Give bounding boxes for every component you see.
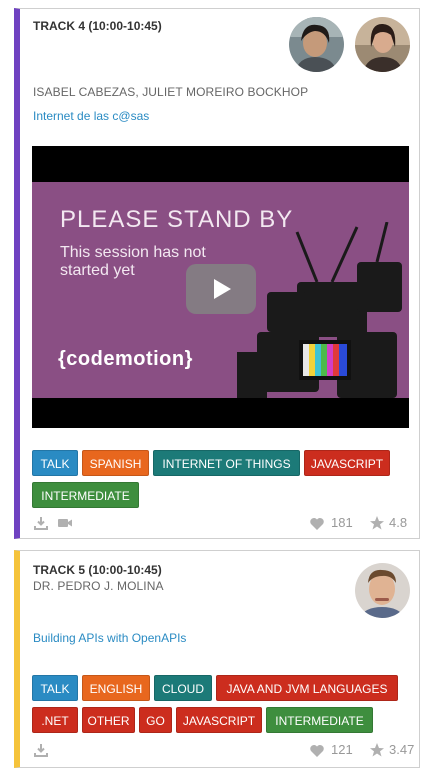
heart-icon[interactable] <box>309 743 325 759</box>
session-card-track-5: TRACK 5 (10:00-10:45) DR. PEDRO J. MOLIN… <box>14 550 420 768</box>
rating-value: 4.8 <box>389 515 408 530</box>
tv-pile-illustration <box>237 222 402 398</box>
session-speakers: DR. PEDRO J. MOLINA <box>33 579 164 593</box>
rating-value: 3.47 <box>389 742 415 757</box>
session-speakers: ISABEL CABEZAS, JULIET MOREIRO BOCKHOP <box>33 85 309 99</box>
tag-spanish[interactable]: SPANISH <box>82 450 149 476</box>
tag-javascript[interactable]: JAVASCRIPT <box>304 450 390 476</box>
download-icon[interactable] <box>33 515 49 531</box>
session-footer: 121 3.47 <box>33 740 423 760</box>
session-footer: 181 4.8 <box>33 513 423 533</box>
tag-talk[interactable]: TALK <box>32 675 78 701</box>
tag-intermediate[interactable]: INTERMEDIATE <box>266 707 373 733</box>
tag-javascript[interactable]: JAVASCRIPT <box>176 707 262 733</box>
speaker-avatar-juliet[interactable] <box>355 17 410 72</box>
video-player[interactable]: PLEASE STAND BY This session has not sta… <box>32 146 409 428</box>
tag-other[interactable]: OTHER <box>82 707 135 733</box>
video-standby-screen: PLEASE STAND BY This session has not sta… <box>32 182 409 398</box>
codemotion-logo: {codemotion} <box>58 348 193 370</box>
star-icon[interactable] <box>369 515 385 531</box>
speaker-avatar-isabel[interactable] <box>289 17 344 72</box>
session-title-link[interactable]: Building APIs with OpenAPIs <box>33 631 186 645</box>
tag-dotnet[interactable]: .NET <box>32 707 78 733</box>
tag-internet-of-things[interactable]: INTERNET OF THINGS <box>153 450 300 476</box>
tag-intermediate[interactable]: INTERMEDIATE <box>32 482 139 508</box>
play-icon[interactable] <box>186 264 256 314</box>
star-icon[interactable] <box>369 742 385 758</box>
speaker-avatar-pedro[interactable] <box>355 563 410 618</box>
tag-java-and-jvm-languages[interactable]: JAVA AND JVM LANGUAGES <box>216 675 398 701</box>
video-camera-icon[interactable] <box>57 515 73 531</box>
heart-icon[interactable] <box>309 516 325 532</box>
session-card-track-4: TRACK 4 (10:00-10:45) ISABEL CABEZAS, JU… <box>14 8 420 539</box>
session-title-link[interactable]: Internet de las c@sas <box>33 109 149 123</box>
likes-count: 181 <box>331 515 353 530</box>
session-track: TRACK 5 (10:00-10:45) <box>33 563 162 577</box>
tag-english[interactable]: ENGLISH <box>82 675 150 701</box>
download-icon[interactable] <box>33 742 49 758</box>
tag-go[interactable]: GO <box>139 707 172 733</box>
tag-cloud[interactable]: CLOUD <box>154 675 212 701</box>
session-track: TRACK 4 (10:00-10:45) <box>33 19 162 33</box>
likes-count: 121 <box>331 742 353 757</box>
tag-talk[interactable]: TALK <box>32 450 78 476</box>
